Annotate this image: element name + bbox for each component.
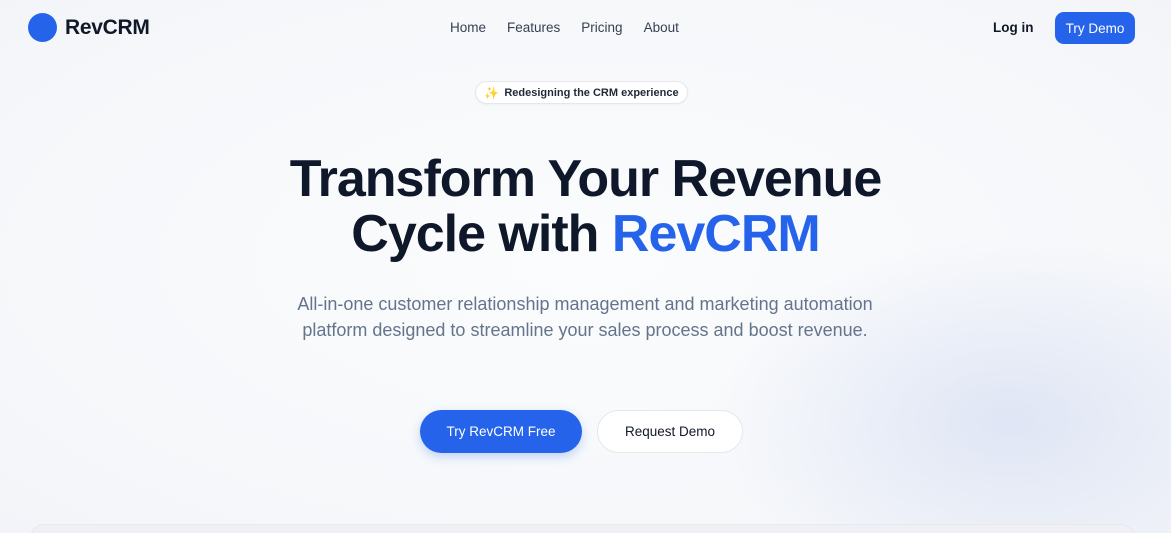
hero-title-line2: Cycle with (351, 205, 612, 263)
request-demo-button[interactable]: Request Demo (597, 410, 743, 453)
sparkle-icon: ✨ (484, 85, 500, 100)
login-link[interactable]: Log in (993, 20, 1034, 35)
brand-logo-icon (28, 13, 57, 42)
announcement-badge: ✨ Redesigning the CRM experience (475, 81, 688, 104)
top-navbar: RevCRM Home Features Pricing About Log i… (0, 0, 1171, 58)
nav-link-pricing[interactable]: Pricing (581, 20, 622, 35)
hero-subtitle: All-in-one customer relationship managem… (297, 294, 873, 340)
nav-link-about[interactable]: About (644, 20, 679, 35)
try-demo-button[interactable]: Try Demo (1055, 12, 1135, 44)
landing-page: RevCRM Home Features Pricing About Log i… (0, 0, 1171, 533)
try-free-button[interactable]: Try RevCRM Free (420, 410, 582, 453)
brand[interactable]: RevCRM (28, 13, 150, 42)
nav-link-features[interactable]: Features (507, 20, 560, 35)
badge-text: Redesigning the CRM experience (504, 86, 679, 99)
hero-title-accent: RevCRM (611, 205, 821, 263)
product-preview-panel (30, 524, 1135, 533)
nav-links: Home Features Pricing About (450, 20, 700, 35)
brand-name: RevCRM (65, 15, 150, 39)
hero-title-line1: Transform Your Revenue (289, 150, 883, 208)
nav-link-home[interactable]: Home (450, 20, 486, 35)
hero-title: Transform Your Revenue Cycle with RevCRM (0, 152, 1171, 262)
